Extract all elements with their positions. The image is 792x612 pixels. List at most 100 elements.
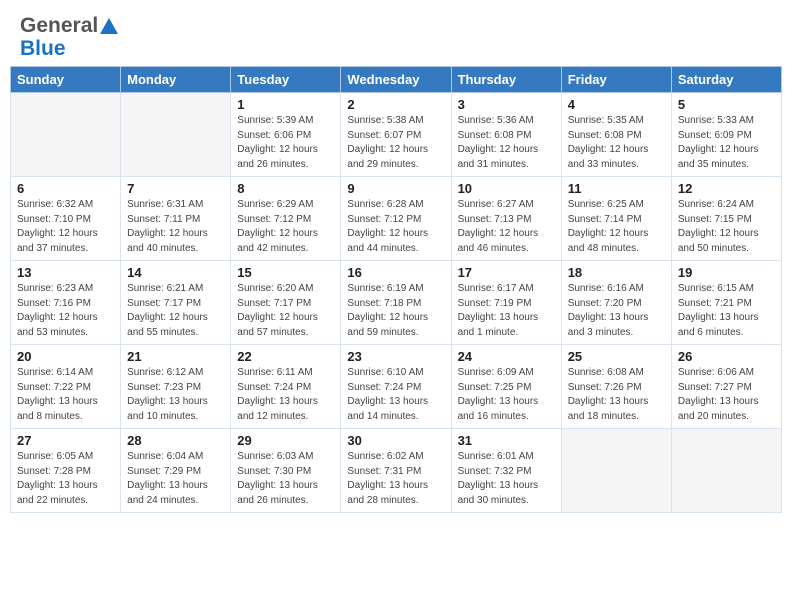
calendar-cell: 16 Sunrise: 6:19 AM Sunset: 7:18 PM Dayli… [341,261,451,345]
day-number: 23 [347,349,444,364]
day-number: 17 [458,265,555,280]
day-number: 13 [17,265,114,280]
calendar-cell: 22Sunrise: 6:11 AM Sunset: 7:24 PM Dayli… [231,345,341,429]
calendar-cell: 12Sunrise: 6:24 AM Sunset: 7:15 PM Dayli… [671,177,781,261]
day-info: Sunrise: 5:36 AM Sunset: 6:08 PM Dayligh… [458,114,555,172]
day-info: Sunrise: 5:39 AM Sunset: 6:06 PM Dayligh… [237,114,334,172]
day-header-thursday: Thursday [451,67,561,93]
day-number: 21 [127,349,224,364]
calendar-cell: 5 Sunrise: 5:33 AM Sunset: 6:09 PM Daylig… [671,93,781,177]
calendar-cell: 14 Sunrise: 6:21 AM Sunset: 7:17 PM Dayli… [121,261,231,345]
day-number: 30 [347,433,444,448]
calendar-cell: 31 Sunrise: 6:01 AM Sunset: 7:32 PM Dayli… [451,429,561,513]
calendar-cell [561,429,671,513]
calendar-cell: 4Sunrise: 5:35 AM Sunset: 6:08 PM Daylig… [561,93,671,177]
day-number: 27 [17,433,114,448]
calendar-week-row: 1 Sunrise: 5:39 AM Sunset: 6:06 PM Daylig… [11,93,782,177]
calendar-cell: 2 Sunrise: 5:38 AM Sunset: 6:07 PM Daylig… [341,93,451,177]
calendar-cell: 9Sunrise: 6:28 AM Sunset: 7:12 PM Daylig… [341,177,451,261]
calendar-cell: 18 Sunrise: 6:16 AM Sunset: 7:20 PM Dayli… [561,261,671,345]
calendar-week-row: 13 Sunrise: 6:23 AM Sunset: 7:16 PM Dayli… [11,261,782,345]
day-number: 4 [568,97,665,112]
day-header-tuesday: Tuesday [231,67,341,93]
day-number: 11 [568,181,665,196]
day-info: Sunrise: 6:01 AM Sunset: 7:32 PM Dayligh… [458,450,555,508]
logo-blue-text: Blue [20,37,118,60]
day-number: 5 [678,97,775,112]
calendar-week-row: 20 Sunrise: 6:14 AM Sunset: 7:22 PM Dayli… [11,345,782,429]
day-info: Sunrise: 6:23 AM Sunset: 7:16 PM Dayligh… [17,282,114,340]
day-info: Sunrise: 6:08 AM Sunset: 7:26 PM Dayligh… [568,366,665,424]
day-number: 2 [347,97,444,112]
day-info: Sunrise: 6:03 AM Sunset: 7:30 PM Dayligh… [237,450,334,508]
day-info: Sunrise: 6:27 AM Sunset: 7:13 PM Dayligh… [458,198,555,256]
day-number: 28 [127,433,224,448]
day-number: 26 [678,349,775,364]
day-info: Sunrise: 6:15 AM Sunset: 7:21 PM Dayligh… [678,282,775,340]
calendar-cell: 15Sunrise: 6:20 AM Sunset: 7:17 PM Dayli… [231,261,341,345]
calendar-week-row: 27 Sunrise: 6:05 AM Sunset: 7:28 PM Dayli… [11,429,782,513]
day-number: 16 [347,265,444,280]
day-header-saturday: Saturday [671,67,781,93]
day-info: Sunrise: 6:24 AM Sunset: 7:15 PM Dayligh… [678,198,775,256]
calendar-cell: 27 Sunrise: 6:05 AM Sunset: 7:28 PM Dayli… [11,429,121,513]
day-header-friday: Friday [561,67,671,93]
calendar-cell: 13 Sunrise: 6:23 AM Sunset: 7:16 PM Dayli… [11,261,121,345]
calendar-cell: 28 Sunrise: 6:04 AM Sunset: 7:29 PM Dayli… [121,429,231,513]
day-header-sunday: Sunday [11,67,121,93]
calendar-cell: 1 Sunrise: 5:39 AM Sunset: 6:06 PM Daylig… [231,93,341,177]
logo-general-text: General [20,14,98,37]
day-number: 19 [678,265,775,280]
calendar-week-row: 6 Sunrise: 6:32 AM Sunset: 7:10 PM Daylig… [11,177,782,261]
day-info: Sunrise: 6:05 AM Sunset: 7:28 PM Dayligh… [17,450,114,508]
day-info: Sunrise: 6:09 AM Sunset: 7:25 PM Dayligh… [458,366,555,424]
day-number: 6 [17,181,114,196]
day-number: 14 [127,265,224,280]
day-number: 18 [568,265,665,280]
calendar-table: SundayMondayTuesdayWednesdayThursdayFrid… [10,66,782,513]
calendar-cell: 11 Sunrise: 6:25 AM Sunset: 7:14 PM Dayli… [561,177,671,261]
day-number: 29 [237,433,334,448]
day-info: Sunrise: 6:14 AM Sunset: 7:22 PM Dayligh… [17,366,114,424]
day-info: Sunrise: 6:12 AM Sunset: 7:23 PM Dayligh… [127,366,224,424]
day-number: 31 [458,433,555,448]
calendar-cell: 10 Sunrise: 6:27 AM Sunset: 7:13 PM Dayli… [451,177,561,261]
calendar-cell: 26 Sunrise: 6:06 AM Sunset: 7:27 PM Dayli… [671,345,781,429]
day-number: 1 [237,97,334,112]
day-info: Sunrise: 5:38 AM Sunset: 6:07 PM Dayligh… [347,114,444,172]
calendar-cell: 21 Sunrise: 6:12 AM Sunset: 7:23 PM Dayli… [121,345,231,429]
logo-triangle-icon [100,18,118,34]
day-number: 3 [458,97,555,112]
calendar-cell: 29 Sunrise: 6:03 AM Sunset: 7:30 PM Dayli… [231,429,341,513]
day-info: Sunrise: 6:19 AM Sunset: 7:18 PM Dayligh… [347,282,444,340]
day-number: 10 [458,181,555,196]
day-number: 20 [17,349,114,364]
calendar-cell: 3 Sunrise: 5:36 AM Sunset: 6:08 PM Daylig… [451,93,561,177]
day-info: Sunrise: 6:11 AM Sunset: 7:24 PM Dayligh… [237,366,334,424]
day-info: Sunrise: 6:25 AM Sunset: 7:14 PM Dayligh… [568,198,665,256]
day-number: 25 [568,349,665,364]
day-info: Sunrise: 6:21 AM Sunset: 7:17 PM Dayligh… [127,282,224,340]
day-number: 24 [458,349,555,364]
calendar-cell: 30Sunrise: 6:02 AM Sunset: 7:31 PM Dayli… [341,429,451,513]
day-header-wednesday: Wednesday [341,67,451,93]
day-number: 9 [347,181,444,196]
day-info: Sunrise: 5:33 AM Sunset: 6:09 PM Dayligh… [678,114,775,172]
calendar-cell: 17Sunrise: 6:17 AM Sunset: 7:19 PM Dayli… [451,261,561,345]
calendar-header-row: SundayMondayTuesdayWednesdayThursdayFrid… [11,67,782,93]
day-info: Sunrise: 6:06 AM Sunset: 7:27 PM Dayligh… [678,366,775,424]
calendar-cell [671,429,781,513]
calendar-cell: 25 Sunrise: 6:08 AM Sunset: 7:26 PM Dayli… [561,345,671,429]
day-info: Sunrise: 6:29 AM Sunset: 7:12 PM Dayligh… [237,198,334,256]
day-number: 15 [237,265,334,280]
calendar-cell: 6 Sunrise: 6:32 AM Sunset: 7:10 PM Daylig… [11,177,121,261]
day-info: Sunrise: 6:04 AM Sunset: 7:29 PM Dayligh… [127,450,224,508]
calendar-cell: 7 Sunrise: 6:31 AM Sunset: 7:11 PM Daylig… [121,177,231,261]
calendar-cell: 8Sunrise: 6:29 AM Sunset: 7:12 PM Daylig… [231,177,341,261]
day-info: Sunrise: 6:10 AM Sunset: 7:24 PM Dayligh… [347,366,444,424]
page-header: General Blue [0,0,792,66]
day-info: Sunrise: 6:32 AM Sunset: 7:10 PM Dayligh… [17,198,114,256]
day-info: Sunrise: 6:31 AM Sunset: 7:11 PM Dayligh… [127,198,224,256]
day-info: Sunrise: 6:16 AM Sunset: 7:20 PM Dayligh… [568,282,665,340]
day-number: 7 [127,181,224,196]
